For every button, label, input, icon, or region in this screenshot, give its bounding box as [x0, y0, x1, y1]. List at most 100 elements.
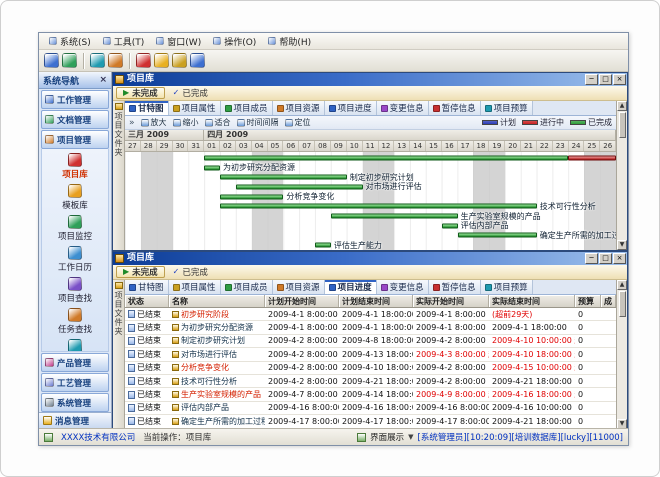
column-header-0[interactable]: 状态 — [125, 295, 169, 307]
group-product[interactable]: 产品管理 — [41, 353, 109, 372]
tab-finished[interactable]: ✓已完成 — [167, 266, 214, 278]
progress-subtab-5[interactable]: 变更信息 — [377, 280, 429, 294]
scroll-down-icon[interactable]: ▼ — [617, 240, 627, 250]
gantt-subtab-3[interactable]: 项目资源 — [273, 101, 325, 115]
gantt-bar[interactable] — [204, 165, 220, 170]
gantt-bar[interactable] — [442, 223, 458, 228]
vertical-scrollbar[interactable]: ▲ ▼ — [616, 101, 627, 250]
column-header-6[interactable]: 预算 — [575, 295, 601, 307]
scroll-thumb[interactable] — [619, 291, 626, 317]
gantt-row[interactable]: 评估生产能力 — [125, 240, 616, 250]
scroll-thumb[interactable] — [619, 112, 626, 138]
chevron-down-icon[interactable]: ▼ — [408, 433, 413, 441]
progress-subtab-7[interactable]: 项目预算 — [481, 280, 533, 294]
tab-unfinished[interactable]: ▶未完成 — [116, 87, 165, 99]
menu-tools[interactable]: 工具(T) — [97, 34, 151, 49]
tab-unfinished[interactable]: ▶未完成 — [116, 266, 165, 278]
gantt-bar[interactable] — [458, 233, 537, 238]
progress-subtab-3[interactable]: 项目资源 — [273, 280, 325, 294]
group-system[interactable]: 系统管理 — [41, 393, 109, 412]
chevron-right-icon[interactable]: » — [129, 118, 135, 128]
column-header-5[interactable]: 实际结束时间 — [489, 295, 575, 307]
group-docs[interactable]: 文档管理 — [41, 110, 109, 129]
gantt-subtab-1[interactable]: 项目属性 — [169, 101, 221, 115]
gantt-bar[interactable] — [331, 214, 458, 219]
minimize-icon[interactable]: ─ — [585, 74, 598, 85]
zoom-in-button[interactable]: 放大 — [141, 117, 167, 128]
fit-button[interactable]: 适合 — [205, 117, 231, 128]
table-row[interactable]: 已结束对市场进行评估2009-4-2 8:00:002009-4-13 18:0… — [125, 348, 616, 361]
progress-window-titlebar[interactable]: 项目库 ─ □ × — [113, 252, 627, 265]
table-row[interactable]: 已结束分析竞争变化2009-4-2 8:00:002009-4-10 18:00… — [125, 362, 616, 375]
home-icon[interactable] — [44, 53, 59, 68]
menu-window[interactable]: 窗口(W) — [150, 34, 207, 49]
gantt-bar[interactable] — [315, 243, 331, 248]
view-mode-label[interactable]: 界面展示 — [370, 431, 404, 443]
gantt-bar[interactable] — [220, 194, 283, 199]
gantt-bar[interactable] — [236, 184, 363, 189]
gantt-row[interactable]: 技术可行性分析 — [125, 202, 616, 212]
tab-finished[interactable]: ✓已完成 — [167, 87, 214, 99]
table-row[interactable]: 已结束制定初步研究计划2009-4-2 8:00:002009-4-8 18:0… — [125, 335, 616, 348]
gantt-subtab-0[interactable]: 甘特图 — [125, 101, 169, 115]
group-project[interactable]: 项目管理 — [41, 130, 109, 149]
project-folder-vertical-tab[interactable]: 项目文件夹 — [113, 101, 125, 250]
view-icon[interactable] — [62, 53, 77, 68]
progress-subtab-1[interactable]: 项目属性 — [169, 280, 221, 294]
progress-subtab-0[interactable]: 甘特图 — [125, 280, 169, 294]
table-row[interactable]: 已结束为初步研究分配资源2009-4-1 8:00:002009-4-1 18:… — [125, 321, 616, 334]
nav-task-search[interactable]: 任务查找 — [42, 308, 108, 335]
gantt-row[interactable]: 对市场进行评估 — [125, 182, 616, 192]
interval-button[interactable]: 时间间隔 — [237, 117, 279, 128]
close-icon[interactable]: × — [613, 253, 626, 264]
sidebar-tab-messages[interactable]: 消息管理 — [39, 412, 111, 428]
gantt-subtab-4[interactable]: 项目进度 — [325, 101, 377, 115]
table-row[interactable]: 已结束初步研究阶段2009-4-1 8:00:002009-4-1 18:00:… — [125, 308, 616, 321]
column-header-7[interactable]: 成 — [601, 295, 616, 307]
maximize-icon[interactable]: □ — [599, 74, 612, 85]
gantt-subtab-2[interactable]: 项目成员 — [221, 101, 273, 115]
gantt-subtab-7[interactable]: 项目预算 — [481, 101, 533, 115]
gantt-row[interactable]: 生产实验室规模的产品 — [125, 211, 616, 221]
gantt-bar[interactable] — [204, 155, 568, 160]
exit-icon[interactable] — [136, 53, 151, 68]
gantt-subtab-5[interactable]: 变更信息 — [377, 101, 429, 115]
table-row[interactable]: 已结束技术可行性分析2009-4-2 8:00:002009-4-21 18:0… — [125, 375, 616, 388]
progress-subtab-2[interactable]: 项目成员 — [221, 280, 273, 294]
column-header-1[interactable]: 名称 — [169, 295, 265, 307]
lock-icon[interactable] — [154, 53, 169, 68]
gantt-row[interactable] — [125, 153, 616, 163]
locate-button[interactable]: 定位 — [285, 117, 311, 128]
table-row[interactable]: 已结束评估内部产品2009-4-16 8:00:002009-4-16 18:0… — [125, 402, 616, 415]
zoom-out-button[interactable]: 缩小 — [173, 117, 199, 128]
progress-subtab-4[interactable]: 项目进度 — [325, 280, 377, 294]
progress-subtab-6[interactable]: 暂停信息 — [429, 280, 481, 294]
vertical-scrollbar[interactable]: ▲ ▼ — [616, 280, 627, 428]
key-icon[interactable] — [172, 53, 187, 68]
maximize-icon[interactable]: □ — [599, 253, 612, 264]
gantt-bar[interactable] — [220, 204, 537, 209]
column-header-3[interactable]: 计划结束时间 — [339, 295, 413, 307]
help-icon[interactable] — [190, 53, 205, 68]
menu-operate[interactable]: 操作(O) — [207, 34, 262, 49]
group-process[interactable]: 工艺管理 — [41, 373, 109, 392]
menu-help[interactable]: 帮助(H) — [262, 34, 317, 49]
report-icon[interactable] — [108, 53, 123, 68]
scroll-up-icon[interactable]: ▲ — [617, 101, 627, 111]
nav-project-doc-search[interactable]: 项目文档查找 — [42, 339, 108, 352]
group-work[interactable]: 工作管理 — [41, 90, 109, 109]
nav-template-library[interactable]: 模板库 — [42, 184, 108, 211]
gantt-subtab-6[interactable]: 暂停信息 — [429, 101, 481, 115]
scroll-down-icon[interactable]: ▼ — [617, 419, 627, 428]
gantt-bar-remaining[interactable] — [568, 155, 616, 160]
column-header-4[interactable]: 实际开始时间 — [413, 295, 489, 307]
scroll-up-icon[interactable]: ▲ — [617, 280, 627, 290]
nav-project-monitor[interactable]: 项目监控 — [42, 215, 108, 242]
menu-system[interactable]: 系统(S) — [43, 34, 97, 49]
gantt-window-titlebar[interactable]: 项目库 ─ □ × — [113, 73, 627, 86]
minimize-icon[interactable]: ─ — [585, 253, 598, 264]
message-icon[interactable] — [90, 53, 105, 68]
table-row[interactable]: 已结束确定生产所需的加工过程2009-4-17 8:00:002009-4-17… — [125, 415, 616, 428]
close-icon[interactable]: × — [99, 75, 107, 85]
column-header-2[interactable]: 计划开始时间 — [265, 295, 339, 307]
